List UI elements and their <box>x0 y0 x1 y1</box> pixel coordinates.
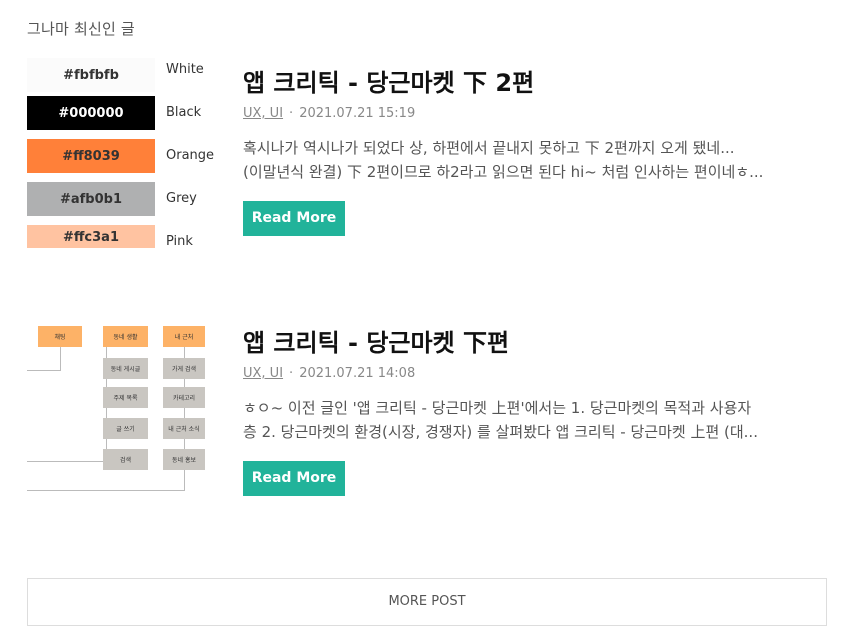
swatch-label-white: White <box>166 62 204 77</box>
diagram-node: 검색 <box>103 449 148 470</box>
diagram-node: 동네 홍보 <box>163 449 205 470</box>
post-thumbnail-diagram[interactable]: 채팅 동네 생활 내 근처 동네 게시글 주제 목록 글 쓰기 검색 가게 검색… <box>27 318 217 508</box>
swatch-label-pink: Pink <box>166 234 193 248</box>
excerpt-line: 혹시나가 역시나가 되었다 상, 하편에서 끝내지 못하고 下 2편까지 오게 … <box>243 139 735 157</box>
diagram-node: 내 근처 <box>163 326 205 347</box>
swatch-white: #fbfbfb <box>27 58 155 92</box>
diagram-node: 주제 목록 <box>103 387 148 408</box>
post-excerpt: 혹시나가 역시나가 되었다 상, 하편에서 끝내지 못하고 下 2편까지 오게 … <box>243 136 828 184</box>
post-card: 채팅 동네 생활 내 근처 동네 게시글 주제 목록 글 쓰기 검색 가게 검색… <box>27 318 827 518</box>
read-more-button[interactable]: Read More <box>243 461 345 496</box>
swatch-label-orange: Orange <box>166 148 215 163</box>
excerpt-line: 층 2. 당근마켓의 환경(시장, 경쟁자) 를 살펴봤다 앱 크리틱 - 당근… <box>243 423 758 441</box>
section-title: 그나마 최신인 글 <box>27 20 135 38</box>
post-meta: UX, UI · 2021.07.21 14:08 <box>243 366 828 384</box>
post-title[interactable]: 앱 크리틱 - 당근마켓 下 2편 <box>243 58 828 102</box>
swatch-pink: #ffc3a1 <box>27 225 155 248</box>
meta-separator: · <box>289 366 294 381</box>
swatch-grey: #afb0b1 <box>27 182 155 216</box>
post-category-link[interactable]: UX, UI <box>243 106 283 121</box>
swatch-black: #000000 <box>27 96 155 130</box>
diagram-node: 글 쓰기 <box>103 418 148 439</box>
diagram-node: 동네 생활 <box>103 326 148 347</box>
diagram-node: 동네 게시글 <box>103 358 148 379</box>
post-card: #fbfbfb White #000000 Black #ff8039 Oran… <box>27 58 827 258</box>
diagram-node: 채팅 <box>38 326 82 347</box>
swatch-label-black: Black <box>166 105 202 120</box>
post-meta: UX, UI · 2021.07.21 15:19 <box>243 106 828 124</box>
diagram-line <box>27 370 61 371</box>
read-more-button[interactable]: Read More <box>243 201 345 236</box>
diagram-node: 내 근처 소식 <box>163 418 205 439</box>
more-post-button[interactable]: MORE POST <box>27 578 827 626</box>
post-title[interactable]: 앱 크리틱 - 당근마켓 下편 <box>243 318 828 362</box>
meta-separator: · <box>289 106 294 121</box>
post-content: 앱 크리틱 - 당근마켓 下 2편 UX, UI · 2021.07.21 15:1… <box>243 58 828 236</box>
diagram-node: 가게 검색 <box>163 358 205 379</box>
diagram-node: 카테고리 <box>163 387 205 408</box>
post-category-link[interactable]: UX, UI <box>243 366 283 381</box>
swatch-orange: #ff8039 <box>27 139 155 173</box>
post-thumbnail-palette[interactable]: #fbfbfb White #000000 Black #ff8039 Oran… <box>27 58 217 248</box>
post-date: 2021.07.21 14:08 <box>299 366 416 381</box>
diagram-line <box>27 490 185 491</box>
post-content: 앱 크리틱 - 당근마켓 下편 UX, UI · 2021.07.21 14:08 … <box>243 318 828 496</box>
excerpt-line: (이말년식 완결) 下 2편이므로 하2라고 읽으면 된다 hi~ 처럼 인사하… <box>243 163 764 181</box>
post-date: 2021.07.21 15:19 <box>299 106 416 121</box>
excerpt-line: ㅎㅇ~ 이전 글인 '앱 크리틱 - 당근마켓 上편'에서는 1. 당근마켓의 … <box>243 399 752 417</box>
post-excerpt: ㅎㅇ~ 이전 글인 '앱 크리틱 - 당근마켓 上편'에서는 1. 당근마켓의 … <box>243 396 828 444</box>
swatch-label-grey: Grey <box>166 191 197 206</box>
diagram-line <box>27 461 107 462</box>
